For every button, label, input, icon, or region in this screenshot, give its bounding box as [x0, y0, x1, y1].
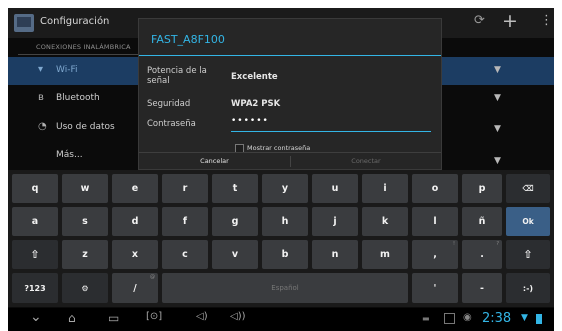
key-comma-label: ,	[433, 249, 437, 260]
key-b[interactable]: b	[262, 240, 308, 269]
key-w[interactable]: w	[62, 174, 108, 203]
bluetooth-icon: ʙ	[38, 92, 44, 103]
action-bar-title: Configuración	[40, 16, 110, 27]
key-shift-left[interactable]: ⇧	[12, 240, 58, 269]
key-slash[interactable]: / @	[112, 273, 158, 303]
key-c[interactable]: c	[162, 240, 208, 269]
show-password-label[interactable]: Mostrar contraseña	[247, 144, 310, 152]
key-z[interactable]: z	[62, 240, 108, 269]
signal-strength-value: Excelente	[231, 72, 278, 82]
key-comma-hint: !	[452, 241, 455, 247]
key-period-hint: ?	[496, 241, 499, 247]
wifi-icon: ▾	[38, 64, 44, 75]
cancel-button[interactable]: Cancelar	[139, 153, 290, 169]
key-n[interactable]: n	[312, 240, 358, 269]
settings-item-label: Uso de datos	[56, 122, 115, 132]
settings-item-label: Más...	[56, 150, 83, 160]
clock[interactable]: 2:38	[482, 311, 511, 326]
usb-notification-icon[interactable]: ▬	[422, 314, 430, 323]
security-value: WPA2 PSK	[231, 99, 281, 109]
key-ok-enter[interactable]: Ok	[506, 207, 550, 236]
key-a[interactable]: a	[12, 207, 58, 236]
wifi-signal-icon: ▼	[494, 156, 501, 166]
on-screen-keyboard: q w e r t y u i o p ⌫ a s d f g h j k l …	[8, 170, 554, 307]
system-nav-bar: ⌄ ⌂ ▭ [⊙] ◁) ◁)) ▬ ◉ 2:38 ▼	[8, 308, 554, 331]
password-label: Contraseña	[147, 119, 196, 129]
key-smiley[interactable]: :-)	[506, 273, 550, 303]
recents-icon[interactable]: ▭	[108, 311, 119, 325]
key-x[interactable]: x	[112, 240, 158, 269]
key-period[interactable]: .?	[462, 240, 502, 269]
password-field[interactable]: ••••••	[231, 116, 431, 132]
key-space[interactable]: Español	[162, 273, 408, 303]
key-v[interactable]: v	[212, 240, 258, 269]
key-dash[interactable]: -	[462, 273, 502, 303]
key-h[interactable]: h	[262, 207, 308, 236]
key-u[interactable]: u	[312, 174, 358, 203]
settings-app-icon[interactable]	[14, 14, 34, 32]
key-o[interactable]: o	[412, 174, 458, 203]
key-q[interactable]: q	[12, 174, 58, 203]
section-divider	[18, 54, 138, 55]
key-d[interactable]: d	[112, 207, 158, 236]
key-shift-right[interactable]: ⇧	[506, 240, 550, 269]
home-icon[interactable]: ⌂	[68, 311, 76, 325]
settings-item-label: Wi-Fi	[56, 65, 78, 75]
key-p[interactable]: p	[462, 174, 502, 203]
signal-strength-label: Potencia de la señal	[147, 66, 207, 86]
key-y[interactable]: y	[262, 174, 308, 203]
add-icon[interactable]: +	[502, 10, 518, 32]
keyboard-settings-icon[interactable]: ⚙	[62, 273, 108, 303]
volume-down-icon[interactable]: ◁)	[196, 311, 208, 322]
wifi-signal-icon: ▼	[494, 65, 501, 75]
key-k[interactable]: k	[362, 207, 408, 236]
key-i[interactable]: i	[362, 174, 408, 203]
settings-item-label: Bluetooth	[56, 93, 100, 103]
key-t[interactable]: t	[212, 174, 258, 203]
key-f[interactable]: f	[162, 207, 208, 236]
key-comma[interactable]: ,!	[412, 240, 458, 269]
key-symbols[interactable]: ?123	[12, 273, 58, 303]
key-period-label: .	[480, 249, 484, 260]
settings-notification-icon[interactable]: ◉	[463, 312, 472, 323]
data-usage-icon: ◔	[38, 121, 47, 132]
key-apostrophe[interactable]: '	[412, 273, 458, 303]
wifi-status-icon: ▼	[521, 313, 528, 323]
screenshot-icon[interactable]: [⊙]	[146, 311, 162, 322]
back-icon[interactable]: ⌄	[30, 309, 42, 325]
key-j[interactable]: j	[312, 207, 358, 236]
wifi-connect-dialog: FAST_A8F100 Potencia de la señal Excelen…	[138, 18, 442, 170]
key-slash-label: /	[133, 282, 137, 294]
sync-icon[interactable]: ⟳	[474, 13, 485, 28]
dialog-title: FAST_A8F100	[151, 33, 225, 46]
key-slash-hint: @	[150, 274, 155, 280]
key-l[interactable]: l	[412, 207, 458, 236]
key-enye[interactable]: ñ	[462, 207, 502, 236]
key-m[interactable]: m	[362, 240, 408, 269]
dialog-title-divider	[139, 55, 441, 56]
section-header: CONEXIONES INALÁMBRICA	[36, 43, 131, 51]
key-g[interactable]: g	[212, 207, 258, 236]
wifi-signal-icon: ▼	[494, 93, 501, 103]
security-label: Seguridad	[147, 99, 191, 109]
volume-up-icon[interactable]: ◁))	[230, 311, 246, 322]
key-delete[interactable]: ⌫	[506, 174, 550, 203]
image-notification-icon[interactable]	[444, 313, 455, 324]
tablet-screen: Configuración ⟳ + ⋮ CONEXIONES INALÁMBRI…	[8, 8, 554, 331]
key-s[interactable]: s	[62, 207, 108, 236]
wifi-signal-icon: ▼	[494, 124, 501, 134]
key-r[interactable]: r	[162, 174, 208, 203]
overflow-menu-icon[interactable]: ⋮	[540, 13, 553, 28]
connect-button[interactable]: Conectar	[291, 153, 441, 169]
key-e[interactable]: e	[112, 174, 158, 203]
battery-icon	[536, 314, 542, 324]
